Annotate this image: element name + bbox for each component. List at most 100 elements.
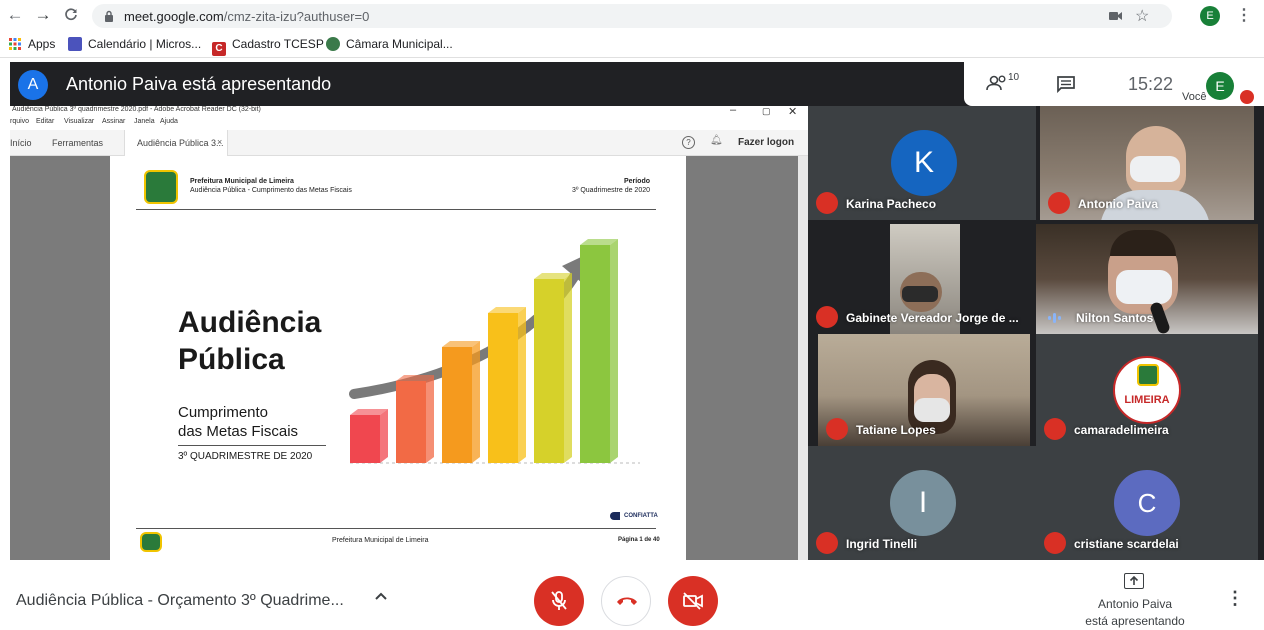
participant-name: Ingrid Tinelli xyxy=(846,537,918,551)
period-label: Período xyxy=(623,178,650,185)
close-tab-icon[interactable]: × xyxy=(217,137,222,147)
menu-janela[interactable]: Janela xyxy=(134,118,155,125)
growth-bar xyxy=(350,409,388,463)
camara-logo-text: LIMEIRA xyxy=(1124,394,1170,406)
page-indicator: Página 1 de 40 xyxy=(618,537,660,543)
participant-tile[interactable]: Nilton Santos xyxy=(1036,224,1258,334)
login-link[interactable]: Fazer logon xyxy=(738,130,794,156)
meet-bottom-bar: Audiência Pública - Orçamento 3º Quadrim… xyxy=(0,560,1264,630)
menu-arquivo[interactable]: rquivo xyxy=(10,118,29,125)
participant-name: Nilton Santos xyxy=(1076,311,1154,325)
participant-tile[interactable]: Antonio Paiva xyxy=(1040,106,1254,220)
lock-icon xyxy=(105,10,113,22)
self-avatar[interactable]: E xyxy=(1206,72,1234,100)
participant-name: Tatiane Lopes xyxy=(856,423,936,437)
menu-visualizar[interactable]: Visualizar xyxy=(64,118,94,125)
participant-tile[interactable]: Gabinete Vereador Jorge de ... xyxy=(808,224,1036,334)
back-icon[interactable]: ← xyxy=(4,4,26,26)
participant-tile[interactable]: Tatiane Lopes xyxy=(818,334,1030,446)
bookmark-camara[interactable]: Câmara Municipal... xyxy=(326,37,453,51)
presenting-line1: Antonio Paiva xyxy=(1097,597,1173,611)
reload-icon[interactable] xyxy=(60,4,82,26)
bookmark-calendario[interactable]: Calendário | Micros... xyxy=(68,37,201,51)
bookmark-apps[interactable]: Apps xyxy=(8,37,55,51)
leave-call-button[interactable] xyxy=(601,576,651,626)
slide-title: Audiência Pública xyxy=(178,304,321,378)
acrobat-tabs: Início Ferramentas Audiência Pública 3..… xyxy=(10,130,808,156)
meeting-clock: 15:22 xyxy=(1128,74,1174,94)
close-window-icon[interactable]: ✕ xyxy=(788,106,797,118)
restore-icon[interactable]: ▢ xyxy=(762,106,771,117)
chat-icon[interactable] xyxy=(1056,75,1076,98)
participant-tile[interactable]: C cristiane scardelai xyxy=(1036,446,1258,560)
more-options-icon[interactable]: ⋮ xyxy=(1226,588,1244,609)
tab-inicio[interactable]: Início xyxy=(10,130,32,156)
muted-mic-icon xyxy=(1048,192,1070,214)
camera-indicator-icon[interactable] xyxy=(1109,11,1122,21)
acrobat-menu-bar: rquivo Editar Visualizar Assinar Janela … xyxy=(10,118,808,130)
minimize-icon[interactable]: – xyxy=(730,106,736,116)
slide-title-line2: Pública xyxy=(178,343,285,376)
muted-mic-icon xyxy=(816,192,838,214)
notification-bell-icon[interactable]: 🔔︎ xyxy=(710,135,723,146)
participant-tile[interactable]: K Karina Pacheco xyxy=(808,106,1036,220)
muted-mic-icon xyxy=(1044,418,1066,440)
camara-crest-icon xyxy=(1137,364,1159,386)
participant-name: Gabinete Vereador Jorge de ... xyxy=(846,311,1019,325)
speaking-indicator-icon xyxy=(1048,313,1062,323)
meet-header: A Antonio Paiva está apresentando 10 15:… xyxy=(10,62,1258,106)
participant-name: Antonio Paiva xyxy=(1078,197,1159,211)
bookmark-label: Calendário | Micros... xyxy=(88,37,202,51)
url-host: meet.google.com xyxy=(124,9,224,24)
participant-avatar: I xyxy=(890,470,956,536)
presenting-status: Antonio Paiva está apresentando xyxy=(1076,596,1194,630)
browser-menu-icon[interactable]: ⋮ xyxy=(1236,5,1252,25)
menu-editar[interactable]: Editar xyxy=(36,118,54,125)
confiatta-brand: CONFIATTA xyxy=(624,513,658,519)
presenter-title: Antonio Paiva está apresentando xyxy=(66,74,332,94)
quadrimestre-label: 3º QUADRIMESTRE DE 2020 xyxy=(178,451,313,462)
teams-icon xyxy=(68,37,82,51)
slide-header-org: Prefeitura Municipal de Limeira xyxy=(190,178,294,185)
profile-avatar[interactable]: E xyxy=(1200,6,1220,26)
tab-document[interactable]: Audiência Pública 3... xyxy=(124,130,228,156)
footer-org: Prefeitura Municipal de Limeira xyxy=(332,537,429,544)
people-icon[interactable] xyxy=(986,74,1010,97)
self-muted-icon xyxy=(1240,90,1254,104)
bookmark-star-icon[interactable]: ☆ xyxy=(1135,6,1149,26)
growth-bar xyxy=(442,341,480,463)
face-mask xyxy=(1116,270,1172,304)
meet-top-controls: 10 15:22 Você E xyxy=(964,62,1258,106)
browser-toolbar: ← → meet.google.com/cmz-zita-izu?authuse… xyxy=(0,0,1264,32)
forward-icon[interactable]: → xyxy=(32,4,54,26)
camera-off-button[interactable] xyxy=(668,576,718,626)
help-icon[interactable]: ? xyxy=(682,136,695,149)
meeting-title[interactable]: Audiência Pública - Orçamento 3º Quadrim… xyxy=(16,592,344,610)
participants-count: 10 xyxy=(1008,72,1020,83)
bookmark-label: Apps xyxy=(28,37,56,51)
present-screen-icon[interactable] xyxy=(1124,573,1144,589)
chevron-up-icon[interactable] xyxy=(374,588,388,606)
tab-ferramentas[interactable]: Ferramentas xyxy=(52,130,103,156)
url-path: /cmz-zita-izu?authuser=0 xyxy=(223,9,370,24)
apps-grid-icon xyxy=(9,38,21,50)
participant-tile[interactable]: I Ingrid Tinelli xyxy=(808,446,1036,560)
bookmark-cadastro[interactable]: C Cadastro TCESP xyxy=(212,37,324,56)
menu-assinar[interactable]: Assinar xyxy=(102,118,125,125)
participant-avatar: C xyxy=(1114,470,1180,536)
confiatta-logo-icon xyxy=(610,512,620,520)
bookmark-label: Câmara Municipal... xyxy=(346,37,453,51)
face-mask xyxy=(914,398,950,422)
pdf-scrollbar[interactable] xyxy=(798,156,808,560)
subtitle-divider xyxy=(178,445,326,446)
slide-title-line1: Audiência xyxy=(178,306,322,339)
address-bar[interactable]: meet.google.com/cmz-zita-izu?authuser=0 … xyxy=(92,4,1172,28)
slide-subtitle-line2: das Metas Fiscais xyxy=(178,423,299,440)
slide-subtitle-line1: Cumprimento xyxy=(178,404,269,421)
participant-tile[interactable]: LIMEIRA camaradelimeira xyxy=(1036,334,1258,446)
participants-grid: K Karina Pacheco Antonio Paiva Gabinete … xyxy=(808,106,1264,560)
growth-bar xyxy=(580,239,618,463)
bookmarks-bar: Apps Calendário | Micros... C Cadastro TC… xyxy=(0,32,1264,58)
menu-ajuda[interactable]: Ajuda xyxy=(160,118,178,125)
mic-off-button[interactable] xyxy=(534,576,584,626)
